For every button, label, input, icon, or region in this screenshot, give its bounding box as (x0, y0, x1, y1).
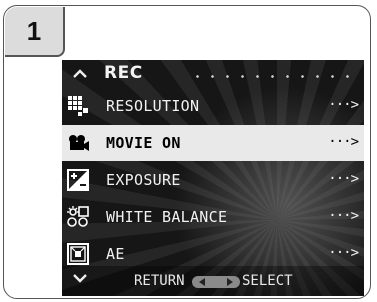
menu-header: REC (62, 60, 364, 88)
left-right-nav-icon (192, 276, 240, 288)
menu-item-label: AE (106, 245, 125, 263)
menu-item-white-balance[interactable]: WHITE BALANCE ···> (62, 199, 364, 235)
camera-lcd-screen: REC RESOLUTION ···> MOVIE ON ···> EXPOSU… (62, 60, 364, 296)
return-hint: RETURN (134, 273, 185, 289)
step-number-badge: 1 (5, 7, 65, 57)
menu-item-resolution[interactable]: RESOLUTION ···> (62, 88, 364, 124)
menu-item-exposure[interactable]: EXPOSURE ···> (62, 162, 364, 198)
submenu-arrow-icon: ···> (328, 245, 359, 261)
exposure-compensation-icon (67, 169, 89, 191)
menu-item-label: MOVIE ON (106, 134, 181, 152)
submenu-arrow-icon: ···> (328, 134, 359, 150)
scroll-down-chevron-icon[interactable] (72, 272, 88, 286)
submenu-arrow-icon: ···> (328, 97, 359, 113)
menu-footer: RETURN SELECT (62, 266, 364, 296)
menu-title: REC (104, 63, 143, 83)
ae-metering-icon (67, 243, 89, 265)
header-dotted-rule (190, 75, 358, 78)
select-hint: SELECT (242, 273, 293, 289)
menu-item-label: RESOLUTION (106, 97, 200, 115)
menu-item-label: EXPOSURE (106, 171, 181, 189)
scroll-up-chevron-icon[interactable] (72, 66, 88, 82)
right-arrow-icon[interactable] (227, 278, 233, 286)
submenu-arrow-icon: ···> (328, 208, 359, 224)
menu-item-movie-on[interactable]: MOVIE ON ···> (62, 125, 364, 161)
white-balance-icon (67, 206, 89, 227)
menu-item-label: WHITE BALANCE (106, 208, 228, 226)
resolution-icon (68, 96, 88, 116)
movie-camera-icon (69, 135, 89, 151)
left-arrow-icon[interactable] (199, 278, 205, 286)
submenu-arrow-icon: ···> (328, 171, 359, 187)
